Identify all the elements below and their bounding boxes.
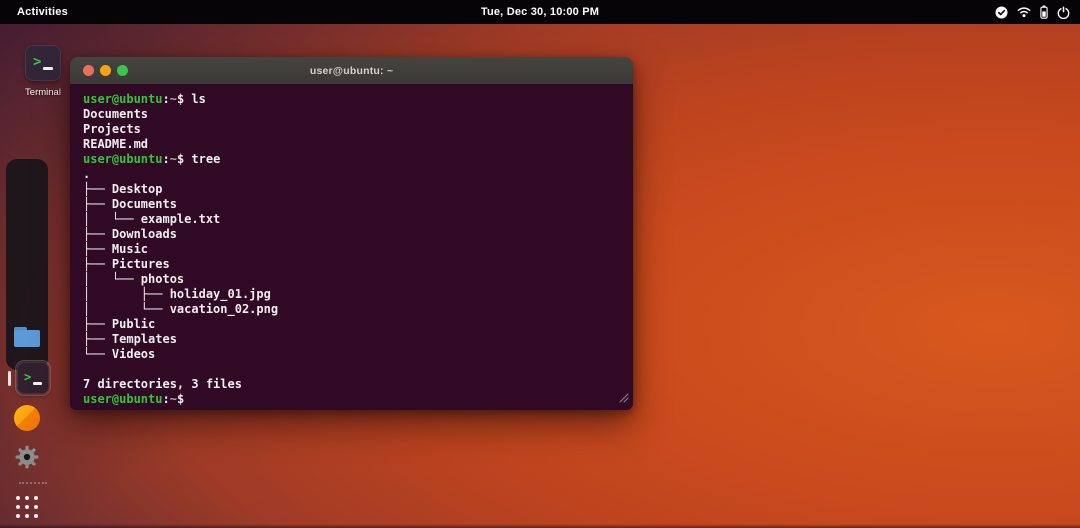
terminal-output-line: │ ├── holiday_01.jpg [83, 287, 271, 301]
terminal-output-line: ├── Downloads [83, 227, 177, 241]
desktop-shortcut-terminal[interactable]: > Terminal [14, 45, 72, 98]
terminal-prompt-line: user@ubuntu:~$ [83, 392, 620, 407]
dock-item-app-grid[interactable] [16, 496, 38, 518]
dock: > [6, 159, 51, 518]
prompt-colon: : [162, 92, 170, 106]
active-app-indicator [8, 371, 11, 386]
battery-icon [1040, 5, 1048, 19]
gear-icon [13, 445, 41, 475]
terminal-prompt-line: user@ubuntu:~$ tree [83, 152, 620, 167]
system-status-menu[interactable] [995, 0, 1070, 24]
terminal-output-line: │ └── photos [83, 272, 185, 286]
terminal-window: user@ubuntu: ~ user@ubuntu:~$ ls Document… [70, 57, 633, 410]
terminal-output-line: Documents [83, 107, 149, 121]
dock-divider [19, 482, 47, 484]
power-icon [1057, 5, 1070, 19]
activities-button[interactable]: Activities [17, 6, 68, 18]
dock-item-files[interactable] [14, 327, 40, 347]
terminal-icon: > [25, 45, 61, 81]
terminal-prompt-line: user@ubuntu:~$ ls [83, 92, 620, 107]
terminal-output-line: └── Videos [83, 347, 156, 361]
prompt-user: user@ubuntu [83, 92, 163, 106]
window-controls [83, 57, 128, 84]
prompt-command: ls [191, 92, 206, 106]
close-button[interactable] [83, 65, 94, 76]
terminal-output-line: README.md [83, 137, 149, 151]
terminal-output-line: ├── Templates [83, 332, 177, 346]
terminal-output-line: ├── Music [83, 242, 149, 256]
minimize-button[interactable] [100, 65, 111, 76]
dock-item-software[interactable] [14, 405, 40, 431]
prompt-dollar: $ [176, 392, 185, 406]
window-title: user@ubuntu: ~ [309, 64, 394, 77]
terminal-cursor-glyph [43, 67, 53, 70]
resize-grip-icon[interactable] [618, 392, 629, 406]
prompt-path: ~ [169, 392, 177, 406]
terminal-output-line: ├── Pictures [83, 257, 170, 271]
terminal-output[interactable]: user@ubuntu:~$ ls Documents Projects README… [70, 84, 633, 410]
terminal-output-line: 7 directories, 3 files [83, 377, 242, 391]
window-titlebar[interactable]: user@ubuntu: ~ [70, 57, 633, 84]
checkmark-circle-icon [995, 6, 1008, 19]
prompt-user: user@ubuntu [83, 152, 163, 166]
terminal-output-line: ├── Public [83, 317, 156, 331]
dock-item-settings[interactable] [13, 443, 41, 476]
terminal-output-line: Projects [83, 122, 141, 136]
terminal-icon: > [17, 362, 49, 394]
maximize-button[interactable] [117, 65, 128, 76]
terminal-prompt-glyph: > [33, 54, 42, 70]
folder-icon [14, 327, 40, 347]
dock-item-terminal[interactable]: > [15, 360, 51, 396]
shortcut-label: Terminal [25, 87, 61, 98]
prompt-colon: : [162, 392, 170, 406]
terminal-output-line: │ └── vacation_02.png [83, 302, 279, 316]
prompt-path: ~ [169, 92, 177, 106]
prompt-dollar: $ [176, 92, 192, 106]
prompt-user: user@ubuntu [83, 392, 163, 406]
terminal-output-line: │ └── example.txt [83, 212, 221, 226]
clock[interactable]: Tue, Dec 30, 10:00 PM [481, 6, 599, 18]
terminal-output-line: ├── Desktop [83, 182, 163, 196]
terminal-output-line: . [83, 167, 91, 181]
top-bar: Activities Tue, Dec 30, 10:00 PM [0, 0, 1080, 24]
prompt-colon: : [162, 152, 170, 166]
wifi-icon [1017, 6, 1031, 18]
terminal-output-line: ├── Documents [83, 197, 177, 211]
prompt-path: ~ [169, 152, 177, 166]
prompt-command: tree [191, 152, 221, 166]
desktop: Activities Tue, Dec 30, 10:00 PM > Termi… [0, 0, 1080, 528]
prompt-dollar: $ [176, 152, 192, 166]
